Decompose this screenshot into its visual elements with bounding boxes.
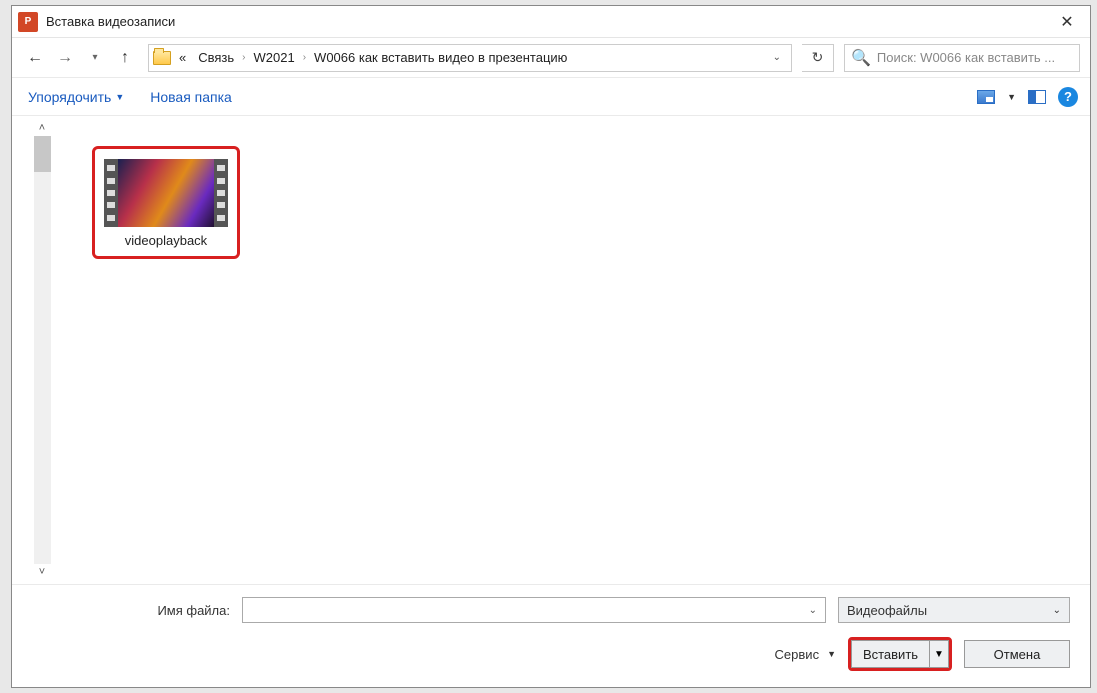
- new-folder-button[interactable]: Новая папка: [150, 89, 232, 105]
- close-button[interactable]: ✕: [1044, 6, 1090, 38]
- cancel-button[interactable]: Отмена: [964, 640, 1070, 668]
- toolbar: Упорядочить ▼ Новая папка ▼ ?: [12, 78, 1090, 116]
- search-placeholder: Поиск: W0066 как вставить ...: [877, 50, 1073, 65]
- file-type-filter[interactable]: Видеофайлы ⌄: [838, 597, 1070, 623]
- bottom-panel: Имя файла: ⌄ Видеофайлы ⌄ Сервис ▼ Встав…: [12, 584, 1090, 687]
- preview-pane-button[interactable]: [1026, 86, 1048, 108]
- file-name-label: videoplayback: [125, 233, 207, 248]
- chevron-down-icon: ⌄: [1053, 605, 1061, 616]
- dialog-title: Вставка видеозаписи: [46, 14, 175, 29]
- picture-icon: [977, 90, 995, 104]
- chevron-down-icon[interactable]: ⌄: [805, 605, 821, 616]
- view-mode-button[interactable]: [975, 86, 997, 108]
- forward-button[interactable]: →: [52, 45, 78, 71]
- breadcrumb-item-2[interactable]: W0066 как вставить видео в презентацию: [310, 50, 571, 65]
- scroll-track[interactable]: [34, 136, 51, 564]
- help-button[interactable]: ?: [1058, 87, 1078, 107]
- filename-input[interactable]: ⌄: [242, 597, 826, 623]
- powerpoint-icon: [18, 12, 38, 32]
- film-strip-icon: [214, 159, 228, 227]
- file-item-videoplayback[interactable]: videoplayback: [92, 146, 240, 259]
- filename-row: Имя файла: ⌄ Видеофайлы ⌄: [32, 597, 1070, 623]
- navigation-row: ← → ▾ ↑ « Связь › W2021 › W0066 как вста…: [12, 38, 1090, 78]
- title-bar: Вставка видеозаписи ✕: [12, 6, 1090, 38]
- left-scrollbar[interactable]: ˄ ˅: [12, 116, 72, 584]
- film-strip-icon: [104, 159, 118, 227]
- view-controls: ▼ ?: [975, 86, 1078, 108]
- service-label: Сервис: [775, 647, 820, 662]
- up-button[interactable]: ↑: [112, 45, 138, 71]
- pane-icon: [1028, 90, 1046, 104]
- back-button[interactable]: ←: [22, 45, 48, 71]
- scroll-thumb[interactable]: [34, 136, 51, 172]
- refresh-button[interactable]: ↻: [802, 44, 834, 72]
- breadcrumb-prefix: «: [175, 50, 190, 65]
- recent-dropdown[interactable]: ▾: [82, 45, 108, 71]
- insert-button-group: Вставить ▼: [848, 637, 952, 671]
- organize-menu[interactable]: Упорядочить ▼: [28, 89, 124, 105]
- scroll-down-icon[interactable]: ˅: [39, 564, 45, 580]
- chevron-down-icon[interactable]: ▼: [1007, 92, 1016, 102]
- chevron-right-icon[interactable]: ›: [242, 52, 245, 63]
- chevron-right-icon[interactable]: ›: [303, 52, 306, 63]
- address-bar[interactable]: « Связь › W2021 › W0066 как вставить вид…: [148, 44, 792, 72]
- new-folder-label: Новая папка: [150, 89, 232, 105]
- address-dropdown[interactable]: ⌄: [767, 52, 787, 63]
- search-input[interactable]: 🔍 Поиск: W0066 как вставить ...: [844, 44, 1080, 72]
- insert-dropdown[interactable]: ▼: [929, 640, 949, 668]
- insert-video-dialog: Вставка видеозаписи ✕ ← → ▾ ↑ « Связь › …: [11, 5, 1091, 688]
- organize-label: Упорядочить: [28, 89, 111, 105]
- scroll-up-icon[interactable]: ˄: [39, 120, 45, 136]
- filename-label: Имя файла:: [157, 603, 230, 618]
- search-icon: 🔍: [851, 48, 871, 68]
- chevron-down-icon: ▼: [827, 649, 836, 659]
- content-area: ˄ ˅ videoplayback: [12, 116, 1090, 584]
- video-thumbnail: [104, 159, 228, 227]
- file-list[interactable]: videoplayback: [72, 116, 1090, 584]
- breadcrumb-item-0[interactable]: Связь: [194, 50, 238, 65]
- chevron-down-icon: ▼: [115, 92, 124, 102]
- insert-button[interactable]: Вставить: [851, 640, 929, 668]
- action-row: Сервис ▼ Вставить ▼ Отмена: [32, 637, 1070, 671]
- folder-icon: [153, 51, 171, 65]
- filter-label: Видеофайлы: [847, 603, 927, 618]
- service-menu[interactable]: Сервис ▼: [775, 647, 836, 662]
- breadcrumb-item-1[interactable]: W2021: [250, 50, 299, 65]
